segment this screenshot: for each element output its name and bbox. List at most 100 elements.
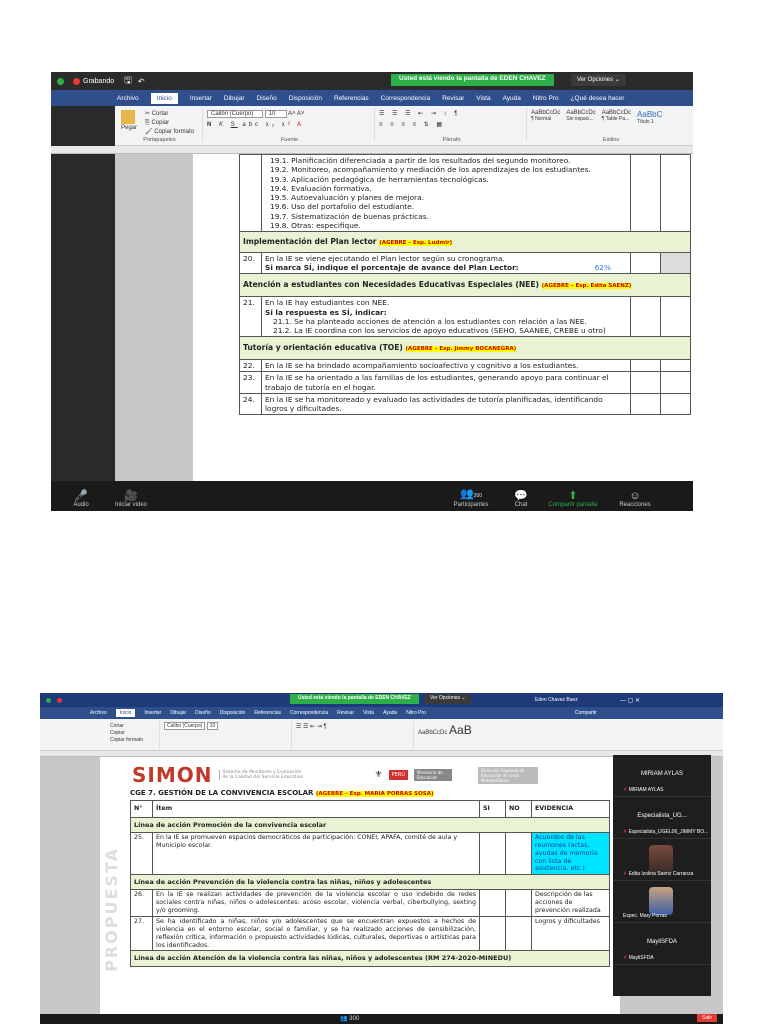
save-icon[interactable]: 🖫 (124, 73, 132, 89)
percentage-value[interactable]: 62% (595, 263, 611, 272)
menu-vista[interactable]: Vista (363, 710, 374, 716)
menu-inicio[interactable]: Inicio (115, 709, 136, 717)
list-item: 19.1. Planificación diferenciada a parti… (270, 156, 571, 165)
menu-archivo[interactable]: Archivo (117, 95, 139, 102)
recording-indicator[interactable]: Grabando (57, 77, 114, 85)
menu-ayuda[interactable]: Ayuda (503, 95, 521, 102)
row-text: Se ha identificado a niñas, niños y/o ad… (152, 915, 480, 952)
menu-nitro[interactable]: Nitro Pro (406, 710, 426, 716)
menu-diseno[interactable]: Diseño (195, 710, 211, 716)
menu-insertar[interactable]: Insertar (144, 710, 161, 716)
style-title1[interactable]: AaBbC Título 1 (637, 110, 662, 125)
style-sample[interactable]: AaBbCcDc (418, 730, 447, 736)
copy-button[interactable]: ⎘ Copiar (145, 119, 200, 128)
menu-disposicion[interactable]: Disposición (289, 95, 322, 102)
col-header: Ítem (152, 800, 480, 818)
style-normal-label: ¶ Normal (531, 116, 552, 122)
copy-format-label[interactable]: Copiar formato (110, 737, 157, 744)
window-controls[interactable]: — ▢ ✕ (620, 697, 640, 704)
paste-label: Pegar (121, 125, 138, 131)
share-screen-button[interactable]: ⬆ Compartir pantalla (543, 490, 603, 508)
view-options-label: Ver Opciones (430, 695, 461, 701)
font-group: Calibri (Cuerpo) 10 A˄ A˅ N K S abc x₂ x… (205, 108, 375, 143)
paste-button[interactable]: Pegar (121, 110, 137, 131)
row-text: En la IE se ha brindado acompañamiento s… (261, 359, 631, 373)
copy-label[interactable]: Copiar (110, 730, 157, 737)
list-item: 21.2. La IE coordina con los servicios d… (273, 326, 606, 335)
zoom-window-1: Grabando 🖫 ↶ Usted está viendo la pantal… (51, 72, 693, 511)
leave-button[interactable]: Salir (696, 1014, 717, 1022)
mic-muted-icon: ✗ (623, 871, 628, 877)
share-button[interactable]: Compartir (575, 710, 597, 716)
row-number: 26. (130, 889, 153, 917)
grow-font-icon[interactable]: A˄ A˅ (288, 111, 304, 117)
chat-button[interactable]: 💬 Chat (491, 490, 551, 508)
undo-icon[interactable]: ↶ (138, 77, 145, 86)
participant-display-name: Especialista_UG... (637, 813, 687, 819)
cge-title: CGE 7. GESTIÓN DE LA CONVIVENCIA ESCOLAR… (100, 787, 620, 800)
menu-dibujar[interactable]: Dibujar (170, 710, 186, 716)
section-title: Línea de acción Promoción de la conviven… (130, 816, 610, 833)
menu-ayuda[interactable]: Ayuda (383, 710, 397, 716)
font-name-select[interactable]: Calibri (Cuerpo) (207, 110, 263, 118)
menu-correspondencia[interactable]: Correspondencia (381, 95, 431, 102)
style-no-spacing[interactable]: AaBbCcDc Sin espaci... (566, 110, 595, 125)
menu-disposicion[interactable]: Disposición (220, 710, 246, 716)
participant-display-name: MayliSFDA (646, 939, 677, 945)
participant-tile[interactable]: ✗ Edita Izolina Saenz Carranza (613, 839, 711, 881)
table-row: 27. Se ha identificado a niñas, niños y/o… (130, 915, 610, 952)
copy-format-button[interactable]: 🖌 Copiar formato (145, 128, 200, 137)
menu-correspondencia[interactable]: Correspondencia (290, 710, 328, 716)
menu-archivo[interactable]: Archivo (90, 710, 107, 716)
menu-referencias[interactable]: Referencias (334, 95, 369, 102)
row-text: En la IE se realizan actividades de prev… (152, 889, 480, 917)
view-options-button[interactable]: Ver Opciones ⌄ (425, 694, 471, 704)
menu-revisar[interactable]: Revisar (442, 95, 464, 102)
document-area[interactable]: 19.1. Planificación diferenciada a parti… (51, 154, 693, 481)
participant-tile[interactable]: Espec. Mary Porras (613, 881, 711, 923)
style-title[interactable]: AaB (449, 723, 472, 737)
chat-label: Chat (514, 502, 528, 508)
font-size-select[interactable]: 10 (264, 110, 287, 118)
style-normal[interactable]: AaBbCcDc ¶ Normal (531, 110, 560, 125)
ministry-label: Ministerio de Educación (413, 769, 452, 781)
view-options-button[interactable]: Ver Opciones ⌄ (571, 74, 626, 86)
section-tag: (AGEBRE – Esp. Edita SAENZ) (541, 283, 632, 290)
align-buttons[interactable]: ≡ ≡ ≡ ≡ ⇅ ▦ (379, 121, 524, 128)
menu-dibujar[interactable]: Dibujar (224, 95, 245, 102)
font-size-select[interactable]: 10 (206, 722, 219, 730)
style-table[interactable]: AaBbCcDc ¶ Table Pa... (602, 110, 631, 125)
section-row: Línea de acción Prevención de la violenc… (130, 874, 610, 891)
menu-revisar[interactable]: Revisar (337, 710, 354, 716)
chat-icon: 💬 (514, 490, 528, 502)
participant-display-name: MIRIAM AYLAS (641, 771, 683, 777)
participant-tile[interactable]: MIRIAM AYLAS ✗ MIRIAM AYLAS (613, 755, 711, 797)
list-buttons[interactable]: ☰ ☰ ☰ ⇤ ⇥ ↕ ¶ (379, 110, 524, 117)
menu-nitro[interactable]: Nitro Pro (533, 95, 559, 102)
copy-format-label: Copiar formato (154, 129, 194, 135)
cut-button[interactable]: ✂ Cortar (145, 110, 200, 119)
menu-vista[interactable]: Vista (476, 95, 490, 102)
menu-search[interactable]: ¿Qué desea hacer (571, 95, 625, 102)
reactions-button[interactable]: ☺ Reacciones (605, 490, 665, 508)
list-item: 19.4. Evaluación formativa. (270, 183, 372, 193)
participants-button[interactable]: 👥 300 (340, 1015, 359, 1022)
list-item: 19.7. Sistematización de buenas práctica… (270, 211, 429, 221)
video-button[interactable]: 🎥 Iniciar video (101, 490, 161, 508)
participant-count: 300 (349, 1016, 360, 1022)
menu-insertar[interactable]: Insertar (190, 95, 212, 102)
menu-diseno[interactable]: Diseño (257, 95, 277, 102)
reactions-icon: ☺ (629, 490, 641, 502)
menu-inicio[interactable]: Inicio (150, 92, 178, 104)
row-subtext-label: Si marca SÍ, indique el porcentaje de av… (265, 263, 519, 273)
participant-tile[interactable]: MayliSFDA ✗ MayliSFDA (613, 923, 711, 965)
ruler[interactable] (51, 146, 693, 154)
font-name-select[interactable]: Calibri (Cuerpo) (164, 722, 206, 730)
font-format-buttons[interactable]: N K S abc x₂ x² A (207, 122, 372, 128)
cut-label[interactable]: Cortar (110, 723, 157, 730)
section-row: Tutoría y orientación educativa (TOE) (A… (239, 336, 691, 361)
row-number: 23. (239, 371, 262, 394)
sharing-banner: Usted está viendo la pantalla de EDEN CH… (391, 74, 554, 86)
menu-referencias[interactable]: Referencias (254, 710, 281, 716)
participant-tile[interactable]: Especialista_UG... ✗ Especialista_UGEL06_… (613, 797, 711, 839)
